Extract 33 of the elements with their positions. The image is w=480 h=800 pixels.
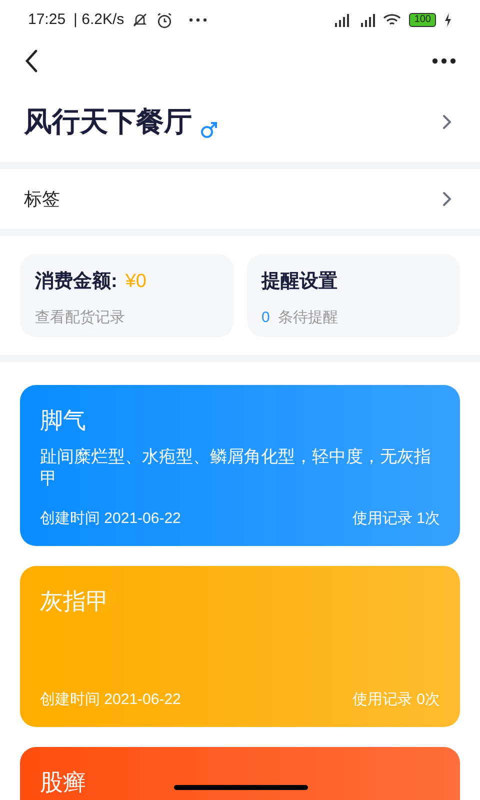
male-icon [200,121,218,139]
reminder-count: 0 [262,308,270,328]
wifi-icon [383,13,402,27]
muted-bell-icon [132,12,148,28]
more-icon[interactable] [432,58,456,64]
stat-subtitle: 查看配货记录 [35,308,125,328]
tags-label: 标签 [24,188,60,210]
stat-value: ¥0 [125,270,146,294]
charging-icon [444,13,452,27]
created-date: 创建时间 2021-06-22 [40,690,181,710]
record-title: 股癣 [40,768,86,797]
usage-count: 使用记录 1次 [352,508,440,528]
record-title: 灰指甲 [40,587,109,616]
tags-row[interactable]: 标签 [0,169,480,229]
stat-subtitle: 条待提醒 [278,308,338,328]
profile-header[interactable]: 风行天下餐厅 [0,82,480,162]
back-icon[interactable] [24,49,38,73]
usage-count: 使用记录 0次 [352,690,440,710]
battery-indicator: 100 [409,13,436,27]
status-time: 17:25 [28,10,66,30]
stat-card[interactable]: 提醒设置 0 条待提醒 [246,254,460,337]
network-speed: | 6.2K/s [74,10,124,30]
stat-title: 提醒设置 [262,270,338,294]
restaurant-name: 风行天下餐厅 [24,105,192,139]
chevron-right-icon [442,191,452,207]
stat-title: 消费金额: [35,270,118,294]
record-description: 趾间糜烂型、水疱型、鳞屑角化型，轻中度，无灰指甲 [40,446,432,490]
record-title: 脚气 [40,406,86,435]
more-icon [189,18,208,22]
stat-card[interactable]: 消费金额: ¥0 查看配货记录 [20,254,234,337]
chevron-right-icon [442,114,452,130]
created-date: 创建时间 2021-06-22 [40,508,181,528]
alarm-clock-icon [156,12,174,28]
